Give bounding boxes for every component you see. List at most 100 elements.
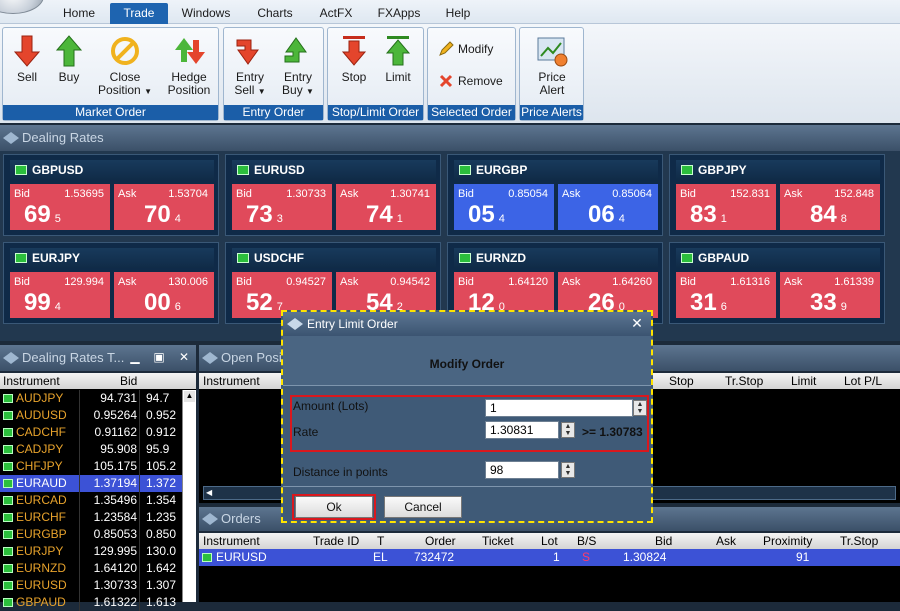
buy-button[interactable]: Buy <box>49 32 89 84</box>
col-bid[interactable]: Bid <box>120 374 137 388</box>
col-type[interactable]: T <box>377 533 384 549</box>
vertical-scrollbar[interactable]: ▲ <box>182 390 196 602</box>
col-trade-id[interactable]: Trade ID <box>313 533 359 549</box>
rate-field[interactable]: 1.30831 <box>485 421 559 439</box>
entry-sell-button[interactable]: Entry Sell ▼ <box>226 32 274 98</box>
col-instrument[interactable]: Instrument <box>203 373 260 389</box>
remove-button[interactable]: Remove <box>438 73 503 89</box>
maximize-icon[interactable]: ▣ <box>152 350 166 364</box>
col-lot-pl[interactable]: Lot P/L <box>844 373 882 389</box>
distance-field[interactable]: 98 <box>485 461 559 479</box>
table-row[interactable]: EURUSD 1.30733 1.307 <box>0 577 182 594</box>
entry-sell-icon <box>236 39 259 65</box>
scroll-up-icon[interactable]: ▲ <box>184 391 195 402</box>
col-order[interactable]: Order <box>425 533 456 549</box>
close-icon[interactable]: ✕ <box>177 350 191 364</box>
col-ticket[interactable]: Ticket <box>482 533 514 549</box>
table-row[interactable]: EURUSD EL 732472 1 S 1.30824 91 <box>199 549 900 566</box>
rate-spinner[interactable]: ▲ ▼ <box>561 422 575 438</box>
price-alert-label-2: Alert <box>539 83 565 97</box>
col-bid[interactable]: Bid <box>655 533 672 549</box>
col-limit[interactable]: Limit <box>791 373 816 389</box>
bid-box[interactable]: Bid 0.85054 05 4 <box>454 184 554 230</box>
ok-button[interactable]: Ok <box>295 496 373 518</box>
price-alert-button[interactable]: Price Alert <box>524 32 580 97</box>
tab-windows[interactable]: Windows <box>170 3 242 24</box>
rate-tile[interactable]: GBPAUD Bid 1.61316 31 6 Ask 1.61339 33 9 <box>669 242 885 324</box>
close-label: Close <box>109 70 141 84</box>
rate-tile[interactable]: EURUSD Bid 1.30733 73 3 Ask 1.30741 74 1 <box>225 154 441 236</box>
amount-field[interactable]: 1 <box>485 399 633 417</box>
amount-spinner[interactable]: ▲ ▼ <box>633 400 647 416</box>
close-position-button[interactable]: Close Position ▼ <box>93 32 157 98</box>
table-row[interactable]: CADJPY 95.908 95.9 <box>0 441 182 458</box>
row-bid: 1.37194 <box>80 475 140 492</box>
table-row[interactable]: AUDUSD 0.95264 0.952 <box>0 407 182 424</box>
ask-box[interactable]: Ask 152.848 84 8 <box>780 184 880 230</box>
ok-highlight-frame: Ok <box>292 494 376 520</box>
col-trstop[interactable]: Tr.Stop <box>725 373 763 389</box>
bid-box[interactable]: Bid 152.831 83 1 <box>676 184 776 230</box>
distance-spinner[interactable]: ▲ ▼ <box>561 462 575 478</box>
row-bid: 0.85053 <box>80 526 140 543</box>
table-row[interactable]: EURGBP 0.85053 0.850 <box>0 526 182 543</box>
cancel-button[interactable]: Cancel <box>384 496 462 518</box>
ask-box[interactable]: Ask 1.61339 33 9 <box>780 272 880 318</box>
group-market-order: Sell Buy Close Position ▼ Hedge Position… <box>2 27 219 121</box>
buy-label: Buy <box>58 70 80 84</box>
table-row[interactable]: EURJPY 129.995 130.0 <box>0 543 182 560</box>
col-instrument[interactable]: Instrument <box>3 374 60 388</box>
tab-help[interactable]: Help <box>434 3 482 24</box>
rate-tile[interactable]: GBPUSD Bid 1.53695 69 5 Ask 1.53704 70 4 <box>3 154 219 236</box>
bid-box[interactable]: Bid 1.53695 69 5 <box>10 184 110 230</box>
ask-box[interactable]: Ask 1.53704 70 4 <box>114 184 214 230</box>
sell-button[interactable]: Sell <box>7 32 47 84</box>
table-row[interactable]: EURNZD 1.64120 1.642 <box>0 560 182 577</box>
entry-buy-button[interactable]: Entry Buy ▼ <box>274 32 322 98</box>
ribbon: Sell Buy Close Position ▼ Hedge Position… <box>0 24 900 123</box>
tab-actfx[interactable]: ActFX <box>308 3 364 24</box>
ask-box[interactable]: Ask 1.30741 74 1 <box>336 184 436 230</box>
minimize-icon[interactable]: ▁ <box>128 350 142 364</box>
limit-label: Limit <box>385 70 411 84</box>
col-bs[interactable]: B/S <box>577 533 596 549</box>
tab-fxapps[interactable]: FXApps <box>366 3 432 24</box>
bid-box[interactable]: Bid 1.61316 31 6 <box>676 272 776 318</box>
table-row[interactable]: AUDJPY 94.731 94.7 <box>0 390 182 407</box>
stop-button[interactable]: Stop <box>334 32 374 84</box>
table-row[interactable]: CADCHF 0.91162 0.912 <box>0 424 182 441</box>
col-lot[interactable]: Lot <box>541 533 558 549</box>
ask-box[interactable]: Ask 130.006 00 6 <box>114 272 214 318</box>
limit-button[interactable]: Limit <box>378 32 418 84</box>
instrument-flag-icon <box>681 165 693 175</box>
close-icon[interactable]: ✕ <box>629 315 645 331</box>
ask-box[interactable]: Ask 0.85064 06 4 <box>558 184 658 230</box>
col-proximity[interactable]: Proximity <box>763 533 812 549</box>
dealing-rates-title: Dealing Rates <box>22 130 104 145</box>
rate-tile[interactable]: EURJPY Bid 129.994 99 4 Ask 130.006 00 6 <box>3 242 219 324</box>
table-row[interactable]: EURCHF 1.23584 1.235 <box>0 509 182 526</box>
ask-rate: 152.848 <box>834 188 874 200</box>
table-row[interactable]: GBPAUD 1.61322 1.613 <box>0 594 182 611</box>
app-orb-button[interactable] <box>0 0 44 14</box>
modify-button[interactable]: Modify <box>438 41 493 57</box>
table-row[interactable]: EURAUD 1.37194 1.372 <box>0 475 182 492</box>
col-trstop[interactable]: Tr.Stop <box>840 533 878 549</box>
tab-home[interactable]: Home <box>50 3 108 24</box>
rate-tile[interactable]: EURGBP Bid 0.85054 05 4 Ask 0.85064 06 4 <box>447 154 663 236</box>
scroll-left-icon[interactable]: ◀ <box>206 488 212 497</box>
hedge-position-button[interactable]: Hedge Position <box>161 32 217 97</box>
instrument-flag-icon <box>202 553 212 562</box>
table-row[interactable]: EURCAD 1.35496 1.354 <box>0 492 182 509</box>
table-row[interactable]: CHFJPY 105.175 105.2 <box>0 458 182 475</box>
col-ask[interactable]: Ask <box>716 533 736 549</box>
rate-tile[interactable]: GBPJPY Bid 152.831 83 1 Ask 152.848 84 8 <box>669 154 885 236</box>
ask-label: Ask <box>562 276 581 288</box>
bid-box[interactable]: Bid 129.994 99 4 <box>10 272 110 318</box>
bid-box[interactable]: Bid 1.30733 73 3 <box>232 184 332 230</box>
col-instrument[interactable]: Instrument <box>203 533 260 549</box>
tab-charts[interactable]: Charts <box>244 3 306 24</box>
row-instrument: EURCHF <box>0 509 80 526</box>
tab-trade[interactable]: Trade <box>110 3 168 24</box>
col-stop[interactable]: Stop <box>669 373 694 389</box>
